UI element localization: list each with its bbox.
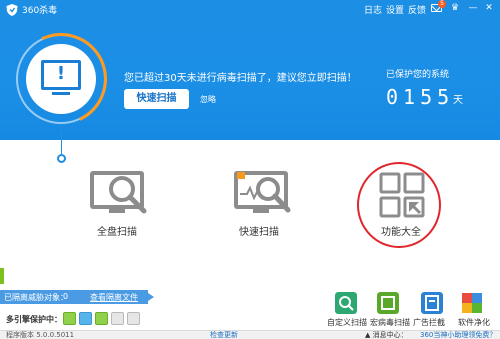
minimize-button[interactable]: — xyxy=(467,2,479,14)
program-version: 程序版本 5.0.0.5011 xyxy=(6,331,75,339)
promo-link[interactable]: 360当神小助理领免费？ xyxy=(420,331,496,339)
scan-alert-message: 您已超过30天未进行病毒扫描了，建议您立即扫描！ xyxy=(124,73,357,84)
check-update-link[interactable]: 检查更新 xyxy=(210,331,238,339)
mail-count-badge: 5 xyxy=(438,0,446,8)
warning-mark-icon: ! xyxy=(56,63,66,84)
settings-link[interactable]: 设置 xyxy=(386,3,404,16)
monitor-stand xyxy=(52,92,70,95)
custom-scan-icon[interactable] xyxy=(335,292,357,314)
skin-button[interactable]: ♛ xyxy=(449,2,461,14)
protected-days-unit: 天 xyxy=(453,95,463,106)
view-quarantine-link[interactable]: 查看隔离文件 xyxy=(90,292,138,303)
engine-protection-label: 多引擎保护中： xyxy=(6,315,62,324)
protected-days-count: 0155 xyxy=(386,85,455,109)
macro-scan-icon[interactable] xyxy=(377,292,399,314)
full-scan-icon[interactable] xyxy=(89,170,155,218)
highlight-circle xyxy=(357,162,441,248)
engine-qvm-icon[interactable] xyxy=(63,312,76,325)
ad-block-label[interactable]: 广告拦截 xyxy=(413,317,445,328)
log-link[interactable]: 日志 xyxy=(364,3,382,16)
quarantine-bar: 已隔离威胁对象： 0 查看隔离文件 xyxy=(0,290,154,304)
close-button[interactable]: ✕ xyxy=(483,2,495,14)
quick-scan-icon[interactable] xyxy=(233,170,299,218)
engine-bitdefender-icon[interactable] xyxy=(127,312,140,325)
status-header: 360杀毒 日志 设置 反馈 5 ♛ — ✕ ! 您已超过30天未进行病毒扫描了… xyxy=(0,0,500,140)
status-connector-dot xyxy=(57,154,66,163)
app-title: 360杀毒 xyxy=(22,6,58,16)
custom-scan-label[interactable]: 自定义扫描 xyxy=(327,317,367,328)
quarantine-label: 已隔离威胁对象： xyxy=(4,293,68,302)
software-clean-icon[interactable] xyxy=(461,292,483,314)
protected-label: 已保护您的系统 xyxy=(386,70,450,80)
full-scan-label[interactable]: 全盘扫描 xyxy=(97,223,137,238)
title-bar: 360杀毒 日志 设置 反馈 5 ♛ — ✕ xyxy=(0,0,500,20)
macro-scan-label[interactable]: 宏病毒扫描 xyxy=(370,317,410,328)
engine-cloud-icon[interactable] xyxy=(79,312,92,325)
ignore-link[interactable]: 忽略 xyxy=(200,94,216,105)
status-connector-line xyxy=(61,124,62,156)
engine-system-repair-icon[interactable] xyxy=(95,312,108,325)
feedback-link[interactable]: 反馈 xyxy=(408,3,426,16)
ad-block-icon[interactable] xyxy=(421,292,443,314)
message-center-label: ▲ 消息中心： xyxy=(365,331,408,339)
side-status-strip xyxy=(0,268,4,284)
engine-avira-icon[interactable] xyxy=(111,312,124,325)
status-footer: 程序版本 5.0.0.5011 检查更新 ▲ 消息中心： 360当神小助理领免费… xyxy=(0,330,500,339)
shield-logo-icon xyxy=(6,4,18,16)
quick-scan-button[interactable]: 快速扫描 xyxy=(124,89,189,109)
quick-scan-label[interactable]: 快速扫描 xyxy=(239,223,279,238)
quarantine-count: 0 xyxy=(63,292,69,301)
software-clean-label[interactable]: 软件净化 xyxy=(458,317,490,328)
